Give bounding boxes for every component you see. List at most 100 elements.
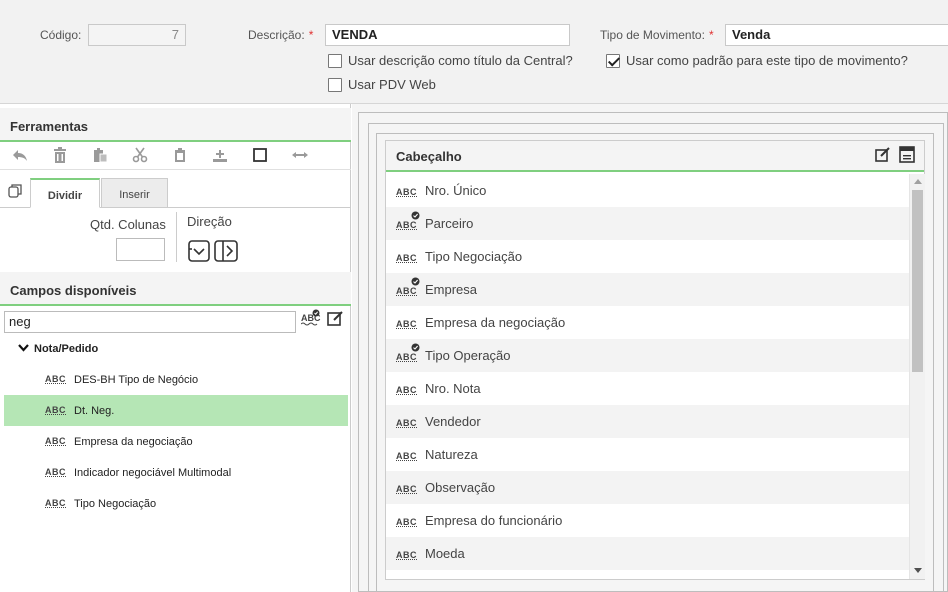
cabecalho-row[interactable]: ABC Parceiro <box>386 207 910 240</box>
qtd-colunas-label: Qtd. Colunas <box>90 217 166 232</box>
direction-right-icon[interactable] <box>214 240 238 265</box>
titulo-central-checkbox[interactable]: Usar descrição como título da Central? <box>328 53 573 68</box>
abc-icon: ABC <box>396 319 417 329</box>
square-icon[interactable] <box>240 141 280 170</box>
qtd-colunas-input[interactable] <box>116 238 165 261</box>
copy-icon[interactable] <box>80 141 120 170</box>
tree-item[interactable]: ABC Indicador negociável Multimodal <box>4 457 348 488</box>
cabecalho-row-label: Nro. Único <box>425 183 487 198</box>
chevron-down-icon[interactable] <box>18 343 29 355</box>
abc-icon: ABC <box>396 187 417 197</box>
checkbox-box[interactable] <box>328 53 342 68</box>
abc-icon: ABC <box>45 436 66 446</box>
toolbar <box>0 141 351 170</box>
abc-icon: ABC <box>396 385 417 395</box>
scroll-down-icon[interactable] <box>914 568 922 573</box>
cabecalho-row[interactable]: ABC Vendedor <box>386 405 910 438</box>
cabecalho-row-label: Vendedor <box>425 414 481 429</box>
tab-inserir[interactable]: Inserir <box>101 178 168 208</box>
paste-icon[interactable] <box>160 141 200 170</box>
tree-item[interactable]: ABC Empresa da negociação <box>4 426 348 457</box>
expand-horizontal-icon[interactable] <box>280 141 320 170</box>
descricao-field[interactable]: VENDA <box>325 24 570 46</box>
layers-icon[interactable] <box>8 184 22 201</box>
pdv-web-checkbox[interactable]: Usar PDV Web <box>328 77 436 92</box>
codigo-field[interactable]: 7 <box>88 24 186 46</box>
abc-icon: ABC <box>45 374 66 384</box>
cabecalho-row-label: Parceiro <box>425 216 474 231</box>
cabecalho-title: Cabeçalho <box>396 149 462 164</box>
cabecalho-row-label: Natureza <box>425 447 478 462</box>
scrollbar[interactable] <box>909 174 925 579</box>
cabecalho-row[interactable]: ABC Natureza <box>386 438 910 471</box>
abc-icon: ABC <box>396 451 417 461</box>
tabs-row: Dividir Inserir <box>0 172 351 208</box>
cabecalho-row-label: Tipo Negociação <box>425 249 523 264</box>
abc-icon: ABC <box>396 550 417 560</box>
tree-item[interactable]: ABC Tipo Negociação <box>4 488 348 519</box>
checkbox-label: Usar descrição como título da Central? <box>348 53 573 68</box>
tree-group-nota-pedido[interactable]: Nota/Pedido <box>18 343 98 355</box>
window-icon[interactable] <box>899 146 917 164</box>
abc-icon: ABC <box>45 498 66 508</box>
cabecalho-row-label: Empresa da negociação <box>425 315 566 330</box>
descricao-label: Descrição: * <box>248 28 314 42</box>
direction-down-icon[interactable] <box>188 240 210 265</box>
checkbox-box[interactable] <box>328 77 342 92</box>
header-form: Código: 7 Descrição: * VENDA Tipo de Movi… <box>0 0 948 104</box>
tree-item-label: Empresa da negociação <box>74 435 193 448</box>
cabecalho-row[interactable]: ABC Empresa da negociação <box>386 306 910 339</box>
scroll-up-icon[interactable] <box>914 179 922 184</box>
divider <box>176 212 177 262</box>
cut-icon[interactable] <box>120 141 160 170</box>
cabecalho-row[interactable]: ABC Observação <box>386 471 910 504</box>
tree-item-label: Dt. Neg. <box>74 404 115 417</box>
cabecalho-row-label: Nro. Nota <box>425 381 481 396</box>
padrao-movimento-checkbox[interactable]: Usar como padrão para este tipo de movim… <box>606 53 908 68</box>
insert-field-icon[interactable] <box>200 141 240 170</box>
cabecalho-row[interactable]: ABC Tipo Negociação <box>386 240 910 273</box>
abc-check-icon: ABC <box>396 211 420 231</box>
abc-icon: ABC <box>45 467 66 477</box>
cabecalho-header: Cabeçalho <box>386 141 924 172</box>
abc-check-icon[interactable]: ABC <box>300 309 321 330</box>
undo-icon[interactable] <box>0 141 40 170</box>
abc-check-icon: ABC <box>396 277 420 297</box>
campos-disponiveis-title: Campos disponíveis <box>0 272 351 306</box>
abc-icon: ABC <box>396 484 417 494</box>
cabecalho-panel: Cabeçalho ABC Nro. Único ABC Parceiro ABC Tip… <box>385 140 925 580</box>
tree-item-label: Tipo Negociação <box>74 497 157 510</box>
checkbox-label: Usar PDV Web <box>348 77 436 92</box>
cabecalho-row[interactable]: ABC Moeda <box>386 537 910 570</box>
ferramentas-title: Ferramentas <box>0 108 351 142</box>
cabecalho-row-label: Observação <box>425 480 496 495</box>
tree-item-label: DES-BH Tipo de Negócio <box>74 373 199 386</box>
abc-icon: ABC <box>45 405 66 415</box>
search-input[interactable]: neg <box>4 311 296 333</box>
edit-icon[interactable] <box>875 147 893 165</box>
cabecalho-row-label: Empresa do funcionário <box>425 513 563 528</box>
cabecalho-row[interactable]: ABC Empresa do funcionário <box>386 504 910 537</box>
abc-icon: ABC <box>396 517 417 527</box>
tree-item-label: Indicador negociável Multimodal <box>74 466 232 479</box>
trash-icon[interactable] <box>40 141 80 170</box>
checkbox-box-checked[interactable] <box>606 53 620 68</box>
cabecalho-row[interactable]: ABC Tipo Operação <box>386 339 910 372</box>
scrollbar-thumb[interactable] <box>912 190 923 372</box>
tab-dividir[interactable]: Dividir <box>30 178 100 208</box>
edit-icon[interactable] <box>327 310 344 330</box>
cabecalho-row[interactable]: ABC Empresa <box>386 273 910 306</box>
tree-group-label: Nota/Pedido <box>34 343 99 355</box>
cabecalho-row[interactable]: ABC Nro. Único <box>386 174 910 207</box>
checkbox-label: Usar como padrão para este tipo de movim… <box>626 53 908 68</box>
direcao-label: Direção <box>187 214 232 229</box>
cabecalho-row-label: Moeda <box>425 546 465 561</box>
tipo-movimento-label: Tipo de Movimento: * <box>600 28 714 42</box>
codigo-label: Código: <box>40 28 82 42</box>
tree-item[interactable]: ABC Dt. Neg. <box>4 395 348 426</box>
cabecalho-row[interactable]: ABC Nro. Nota <box>386 372 910 405</box>
cabecalho-row-label: Tipo Operação <box>425 348 511 363</box>
tree-item[interactable]: ABC DES-BH Tipo de Negócio <box>4 364 348 395</box>
abc-check-icon: ABC <box>396 343 420 363</box>
tipo-movimento-field[interactable]: Venda <box>725 24 948 46</box>
